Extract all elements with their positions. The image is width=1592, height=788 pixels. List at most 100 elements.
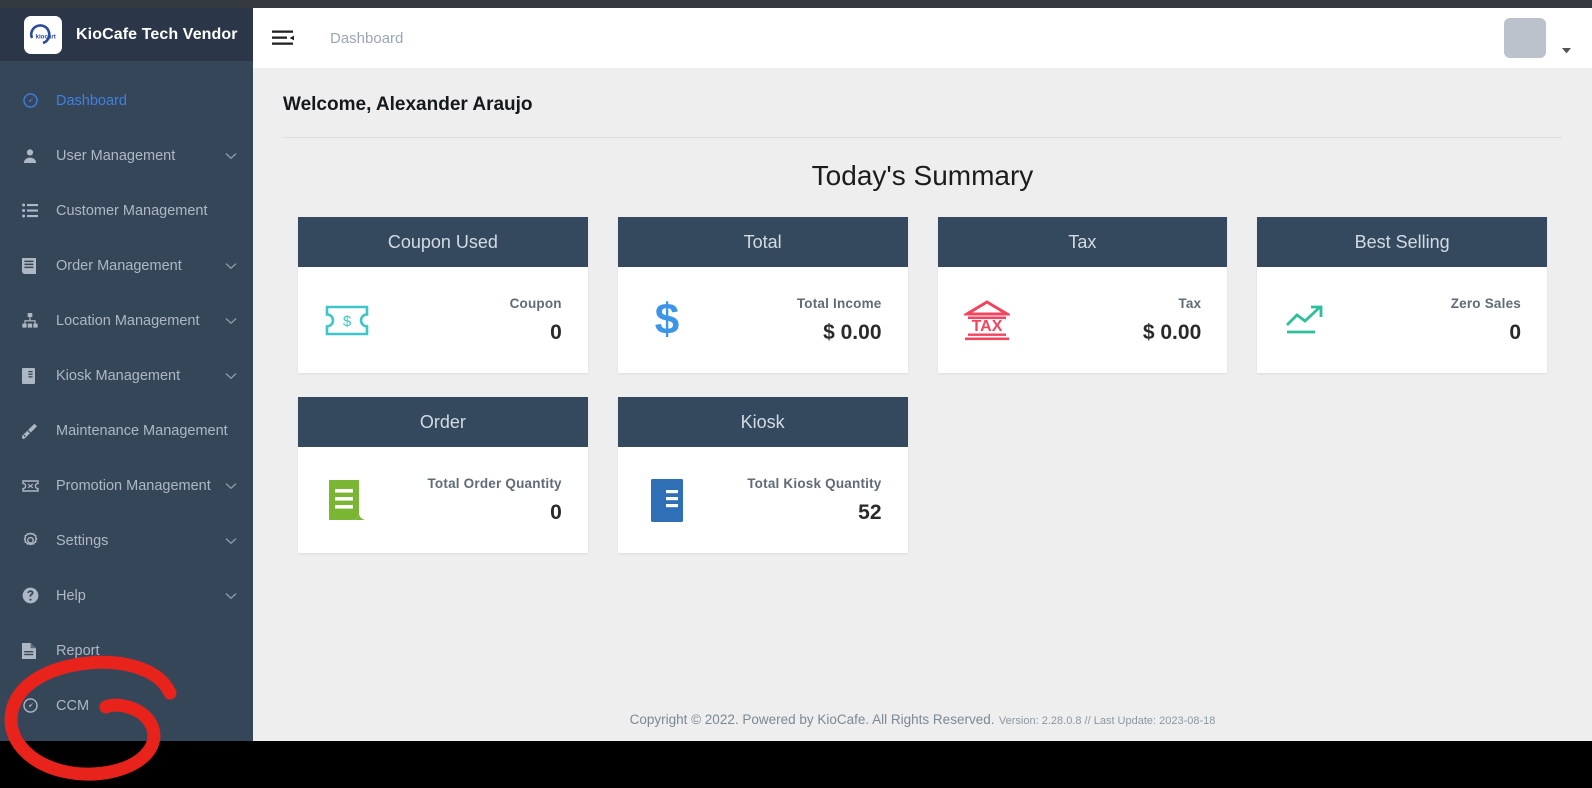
card-cell: Tax TAX Tax $ 0.00 [923,217,1243,397]
sidebar-item-label: Order Management [56,257,182,274]
card-stat-label: Tax [1178,295,1202,311]
sidebar-item-order-management[interactable]: Order Management [0,238,253,293]
card-stats: Coupon 0 [374,296,562,345]
sidebar-item-label: Kiosk Management [56,367,181,384]
chevron-down-icon [225,317,237,325]
card-stat-value: 0 [1509,320,1521,344]
card-title: Total [617,217,908,267]
sidebar-item-promotion-management[interactable]: Promotion Management [0,458,253,513]
sidebar-item-label: Promotion Management [56,477,211,494]
sidebar-item-help[interactable]: Help [0,568,253,623]
card-cell: Order Total Order Quantity 0 [283,397,603,577]
dollar-sign-icon: $ [640,298,694,342]
chevron-down-icon [225,592,237,600]
os-top-bar [0,0,1592,8]
hamburger-collapse-icon[interactable] [271,27,297,49]
card-best-selling[interactable]: Best Selling Zero Sales 0 [1257,217,1547,373]
card-stat-label: Coupon [509,295,562,311]
card-stat-label: Total Order Quantity [427,475,562,491]
order-receipt-icon [320,478,374,522]
chevron-down-icon [225,262,237,270]
sidebar-item-report[interactable]: Report [0,623,253,678]
screen: kiocart KioCafe Tech Vendor Dashboard Us… [0,0,1592,788]
sidebar-item-label: Location Management [56,312,200,329]
divider [283,137,1562,138]
sidebar-item-ccm[interactable]: CCM [0,678,253,733]
card-stats: Total Order Quantity 0 [374,475,562,525]
sidebar-item-customer-management[interactable]: Customer Management [0,183,253,238]
chevron-down-icon [225,152,237,160]
caret-down-icon[interactable] [1562,18,1572,58]
avatar[interactable] [1504,18,1546,58]
sidebar: kiocart KioCafe Tech Vendor Dashboard Us… [0,8,253,741]
card-order[interactable]: Order Total Order Quantity 0 [298,397,588,553]
card-stat-value: 52 [858,500,882,524]
card-stat-label: Zero Sales [1450,295,1521,311]
footer-version: Version: 2.28.0.8 // Last Update: 2023-0… [998,715,1216,727]
card-kiosk[interactable]: Kiosk Total Kiosk Quantity 52 [617,397,908,553]
summary-cards: Coupon Used $ Coupon 0 Total $ Total Inc… [253,217,1592,577]
user-icon [22,148,48,164]
sidebar-item-settings[interactable]: Settings [0,513,253,568]
sidebar-item-kiosk-management[interactable]: Kiosk Management [0,348,253,403]
card-stats: Tax $ 0.00 [1014,295,1202,345]
sidebar-item-location-management[interactable]: Location Management [0,293,253,348]
card-body: $ Coupon 0 [298,267,588,373]
card-title: Best Selling [1257,217,1547,267]
sidebar-item-label: Dashboard [56,92,127,109]
card-tax[interactable]: Tax TAX Tax $ 0.00 [937,217,1228,373]
sidebar-item-dashboard[interactable]: Dashboard [0,73,253,128]
sidebar-item-user-management[interactable]: User Management [0,128,253,183]
card-stats: Total Kiosk Quantity 52 [694,475,882,525]
sidebar-item-label: User Management [56,147,176,164]
card-stat-value: $ 0.00 [823,320,882,344]
gauge-icon [22,92,48,109]
chevron-down-icon [225,537,237,545]
sidebar-item-label: CCM [56,697,90,714]
os-bottom-bar [0,741,1592,788]
sidebar-item-label: Maintenance Management [56,422,228,439]
sidebar-item-label: Help [56,587,86,604]
trend-up-icon [1279,303,1333,337]
kiosk-device-icon [640,478,694,523]
footer: Copyright © 2022. Powered by KioCafe. Al… [253,711,1592,741]
document-lines-icon [22,257,48,274]
breadcrumb[interactable]: Dashboard [330,30,403,47]
sidebar-item-maintenance-management[interactable]: Maintenance Management [0,403,253,458]
kiosk-screen-icon [22,367,48,384]
chevron-down-icon [225,372,237,380]
main-content: Dashboard Welcome, Alexander Araujo Toda… [253,8,1592,741]
card-coupon-used[interactable]: Coupon Used $ Coupon 0 [298,217,588,373]
card-body: TAX Tax $ 0.00 [938,267,1228,373]
brand-title: KioCafe Tech Vendor [76,25,238,43]
card-body: Zero Sales 0 [1257,267,1547,373]
question-circle-icon [22,587,48,604]
footer-copyright: Copyright © 2022. Powered by KioCafe. Al… [629,712,995,727]
chevron-down-icon [225,482,237,490]
card-stat-value: 0 [550,500,562,524]
svg-text:$: $ [343,313,352,330]
card-total[interactable]: Total $ Total Income $ 0.00 [617,217,908,373]
sidebar-item-label: Settings [56,532,109,549]
coupon-ticket-icon: $ [320,305,374,336]
card-stat-value: $ 0.00 [1142,320,1202,344]
card-body: Total Kiosk Quantity 52 [618,447,908,553]
tax-building-icon: TAX [960,299,1014,341]
card-stats: Zero Sales 0 [1333,296,1521,345]
sitemap-icon [22,313,48,328]
list-icon [22,203,48,218]
card-stat-label: Total Kiosk Quantity [747,475,882,491]
card-stat-value: 0 [550,320,562,344]
card-cell: Best Selling Zero Sales 0 [1242,217,1562,397]
card-title: Coupon Used [298,217,588,267]
card-cell: Coupon Used $ Coupon 0 [283,217,603,397]
ticket-icon [22,479,48,492]
svg-text:TAX: TAX [971,318,1002,335]
svg-text:kiocart: kiocart [36,33,56,40]
summary-heading: Today's Summary [811,160,1034,191]
card-body: $ Total Income $ 0.00 [618,267,908,373]
card-title: Kiosk [617,397,908,447]
card-cell: Kiosk Total Kiosk Quantity 52 [603,397,923,577]
page-title: Welcome, Alexander Araujo [283,94,533,115]
brand-header[interactable]: kiocart KioCafe Tech Vendor [0,8,253,61]
